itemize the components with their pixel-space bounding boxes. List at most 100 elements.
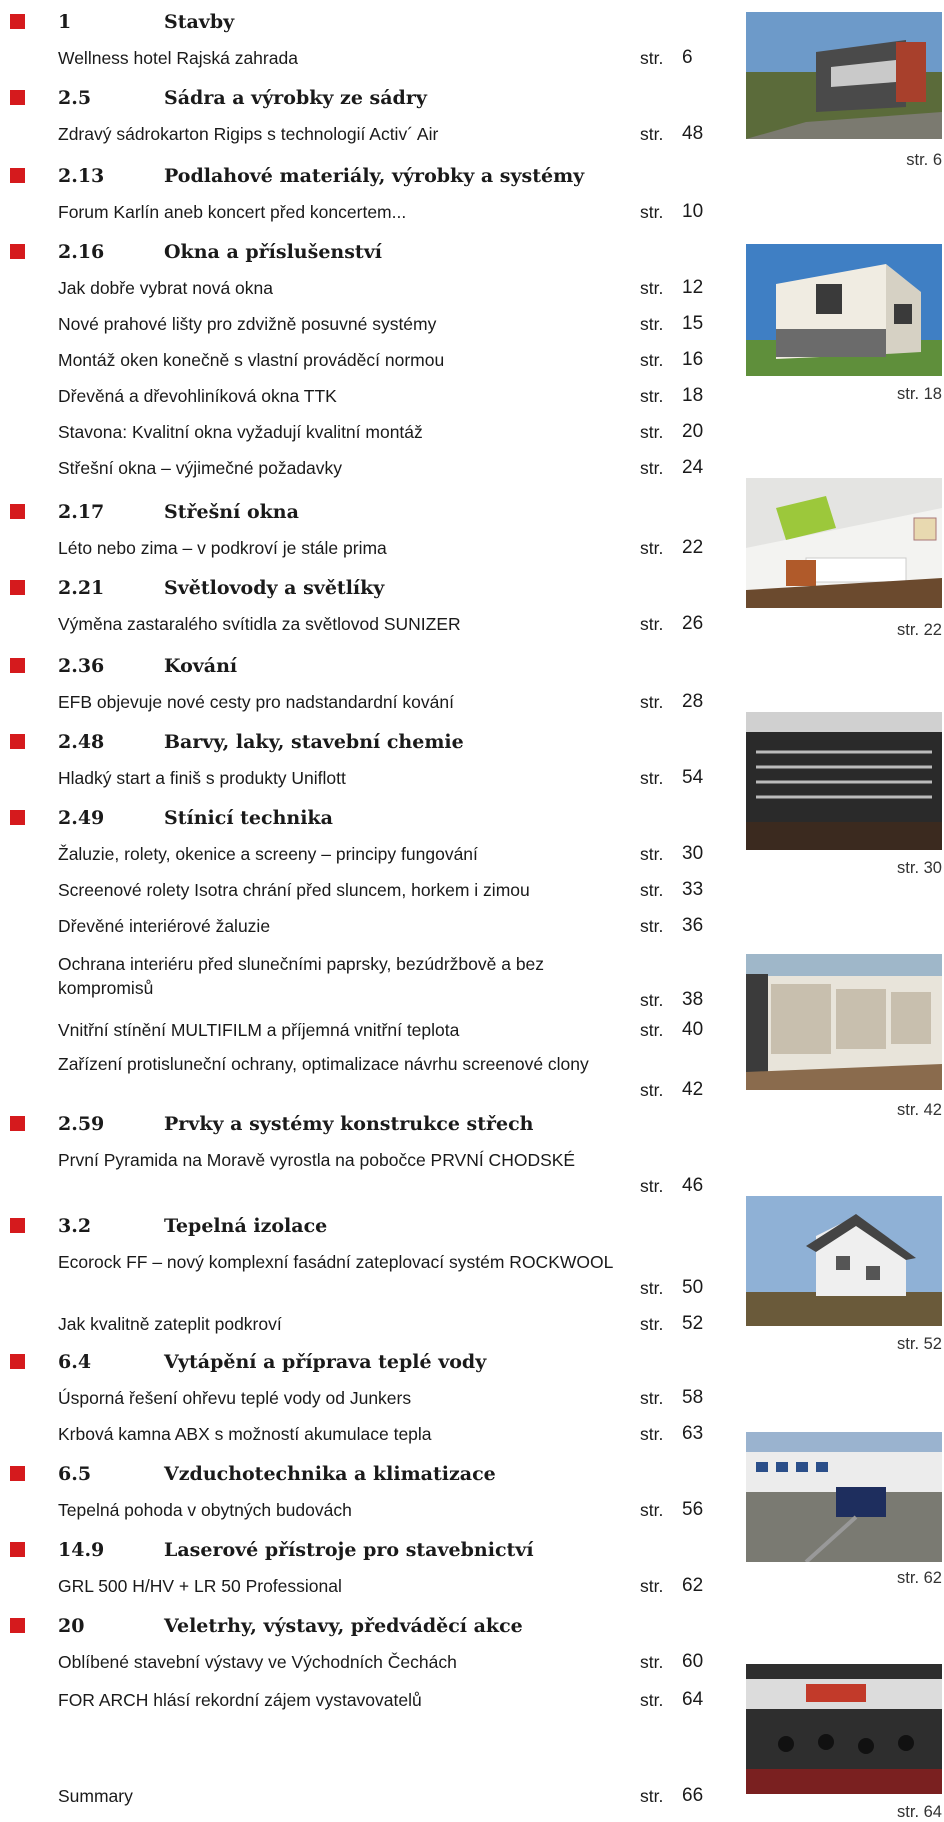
photo-caption: str. 22 xyxy=(897,621,942,639)
toc-entry[interactable]: Žaluzie, rolety, okenice a screeny – pri… xyxy=(58,842,708,868)
summary-entry[interactable]: Summary str. 66 xyxy=(58,1784,708,1810)
toc-entry[interactable]: Forum Karlín aneb koncert před koncertem… xyxy=(58,200,708,226)
exterior-screens-photo xyxy=(746,954,942,1090)
red-square-bullet-icon xyxy=(10,658,25,673)
red-square-bullet-icon xyxy=(10,1354,25,1369)
article-title: Zdravý sádrokarton Rigips s technologií … xyxy=(58,124,439,144)
toc-entry[interactable]: Zařízení protisluneční ochrany, optimali… xyxy=(58,1052,708,1104)
section-title: Okna a příslušenství xyxy=(164,241,382,263)
toc-entry[interactable]: První Pyramida na Moravě vyrostla na pob… xyxy=(58,1148,708,1200)
table-of-contents: 1 Stavby Wellness hotel Rajská zahrada str.… xyxy=(0,0,720,1820)
toc-entry[interactable]: Krbová kamna ABX s možností akumulace te… xyxy=(58,1422,708,1448)
page-prefix: str. xyxy=(640,990,664,1010)
article-title: Forum Karlín aneb koncert před koncertem… xyxy=(58,202,407,222)
toc-entry[interactable]: EFB objevuje nové cesty pro nadstandardn… xyxy=(58,690,708,716)
page-prefix: str. xyxy=(640,386,664,406)
toc-entry[interactable]: Vnitřní stínění MULTIFILM a příjemná vni… xyxy=(58,1018,708,1044)
red-square-bullet-icon xyxy=(10,1218,25,1233)
toc-entry[interactable]: Výměna zastaralého svítidla za světlovod… xyxy=(58,612,708,638)
toc-entry[interactable]: Nové prahové lišty pro zdvižně posuvné s… xyxy=(58,312,708,338)
white-house-photo xyxy=(746,244,942,376)
page-prefix: str. xyxy=(640,1020,664,1040)
page-number: 36 xyxy=(682,915,704,936)
attic-bedroom-photo xyxy=(746,478,942,608)
toc-entry[interactable]: Tepelná pohoda v obytných budovách str. 56 xyxy=(58,1498,708,1524)
page-prefix: str. xyxy=(640,202,664,222)
page-prefix: str. xyxy=(640,350,664,370)
page-prefix: str. xyxy=(640,422,664,442)
red-square-bullet-icon xyxy=(10,1542,25,1557)
section-number: 1 xyxy=(58,11,72,33)
photo-caption: str. 18 xyxy=(897,385,942,403)
article-title: Léto nebo zima – v podkroví je stále pri… xyxy=(58,538,387,558)
article-title: Krbová kamna ABX s možností akumulace te… xyxy=(58,1424,432,1444)
toc-entry[interactable]: Léto nebo zima – v podkroví je stále pri… xyxy=(58,536,708,562)
toc-entry[interactable]: Úsporná řešení ohřevu teplé vody od Junk… xyxy=(58,1386,708,1412)
photo-caption: str. 42 xyxy=(897,1101,942,1119)
section-heading: 2.16 Okna a příslušenství xyxy=(0,238,720,268)
toc-entry[interactable]: Dřevěná a dřevohliníková okna TTK str. 18 xyxy=(58,384,708,410)
section-number: 6.4 xyxy=(58,1351,92,1373)
section-title: Vytápění a příprava teplé vody xyxy=(164,1351,487,1373)
toc-entry[interactable]: GRL 500 H/HV + LR 50 Professional str. 62 xyxy=(58,1574,708,1600)
page-number: 62 xyxy=(682,1575,704,1596)
section-number: 2.17 xyxy=(58,501,105,523)
section-number: 20 xyxy=(58,1615,85,1637)
article-title: První Pyramida na Moravě vyrostla na pob… xyxy=(58,1150,576,1170)
toc-entry[interactable]: Zdravý sádrokarton Rigips s technologií … xyxy=(58,122,708,148)
article-title: GRL 500 H/HV + LR 50 Professional xyxy=(58,1576,342,1596)
toc-entry[interactable]: Ecorock FF – nový komplexní fasádní zate… xyxy=(58,1250,708,1302)
section-heading: 6.5 Vzduchotechnika a klimatizace xyxy=(0,1460,720,1490)
section-number: 2.36 xyxy=(58,655,105,677)
section-title: Podlahové materiály, výrobky a systémy xyxy=(164,165,585,187)
page-prefix: str. xyxy=(640,844,664,864)
article-title: Dřevěné interiérové žaluzie xyxy=(58,916,271,936)
section-title: Vzduchotechnika a klimatizace xyxy=(164,1463,496,1485)
page-prefix: str. xyxy=(640,1500,664,1520)
toc-entry[interactable]: FOR ARCH hlásí rekordní zájem vystavovat… xyxy=(58,1688,708,1714)
section-title: Tepelná izolace xyxy=(164,1215,328,1237)
toc-entry[interactable]: Wellness hotel Rajská zahrada str. 6 xyxy=(58,46,708,72)
section-heading: 2.17 Střešní okna xyxy=(0,498,720,528)
toc-entry[interactable]: Oblíbené stavební výstavy ve Východních … xyxy=(58,1650,708,1676)
photo-caption: str. 52 xyxy=(897,1335,942,1353)
toc-entry[interactable]: Dřevěné interiérové žaluzie str. 36 xyxy=(58,914,708,940)
article-title: Žaluzie, rolety, okenice a screeny – pri… xyxy=(58,844,478,864)
toc-entry[interactable]: Montáž oken konečně s vlastní prováděcí … xyxy=(58,348,708,374)
red-square-bullet-icon xyxy=(10,810,25,825)
page-number: 46 xyxy=(682,1175,704,1196)
article-title: Vnitřní stínění MULTIFILM a příjemná vni… xyxy=(58,1020,460,1040)
section-heading: 6.4 Vytápění a příprava teplé vody xyxy=(0,1348,720,1378)
exhibition-hall-photo xyxy=(746,1664,942,1794)
toc-entry[interactable]: Střešní okna – výjimečné požadavky str. 24 xyxy=(58,456,708,482)
modern-hotel-photo xyxy=(746,12,942,139)
article-title: Výměna zastaralého svítidla za světlovod… xyxy=(58,614,461,634)
toc-entry[interactable]: Jak kvalitně zateplit podkroví str. 52 xyxy=(58,1312,708,1338)
red-square-bullet-icon xyxy=(10,90,25,105)
article-title: Ochrana interiéru před slunečními paprsk… xyxy=(58,954,545,998)
page-prefix: str. xyxy=(640,314,664,334)
page-prefix: str. xyxy=(640,458,664,478)
section-heading: 2.59 Prvky a systémy konstrukce střech xyxy=(0,1110,720,1140)
family-house-photo xyxy=(746,1196,942,1326)
toc-entry[interactable]: Stavona: Kvalitní okna vyžadují kvalitní… xyxy=(58,420,708,446)
red-square-bullet-icon xyxy=(10,168,25,183)
page-prefix: str. xyxy=(640,614,664,634)
section-title: Laserové přístroje pro stavebnictví xyxy=(164,1539,534,1561)
page-number: 20 xyxy=(682,421,704,442)
article-title: Úsporná řešení ohřevu teplé vody od Junk… xyxy=(58,1388,412,1408)
article-title: Zařízení protisluneční ochrany, optimali… xyxy=(58,1054,589,1074)
page-prefix: str. xyxy=(640,880,664,900)
section-number: 2.49 xyxy=(58,807,105,829)
toc-entry[interactable]: Ochrana interiéru před slunečními paprsk… xyxy=(58,952,708,1014)
red-square-bullet-icon xyxy=(10,1116,25,1131)
section-number: 2.21 xyxy=(58,577,105,599)
toc-entry[interactable]: Screenové rolety Isotra chrání před slun… xyxy=(58,878,708,904)
section-heading: 2.21 Světlovody a světlíky xyxy=(0,574,720,604)
toc-entry[interactable]: Jak dobře vybrat nová okna str. 12 xyxy=(58,276,708,302)
laser-level-photo xyxy=(746,1432,942,1562)
photo-caption: str. 62 xyxy=(897,1569,942,1587)
interior-blinds-photo xyxy=(746,712,942,850)
page-number: 28 xyxy=(682,691,704,712)
toc-entry[interactable]: Hladký start a finiš s produkty Uniflott… xyxy=(58,766,708,792)
